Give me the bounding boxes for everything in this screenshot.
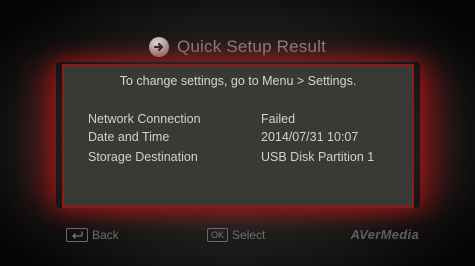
date-and-time-label: Date and Time xyxy=(88,130,170,144)
arrow-right-circle-icon xyxy=(148,37,169,57)
select-button[interactable]: OK Select xyxy=(207,228,265,242)
select-label: Select xyxy=(232,228,266,242)
ok-key-icon: OK xyxy=(207,228,229,242)
network-connection-value: Failed xyxy=(261,112,296,126)
brand-logo: AVerMedia xyxy=(350,227,419,242)
footer: Back OK Select AVerMedia xyxy=(0,227,475,246)
date-and-time-value: 2014/07/31 10:07 xyxy=(261,130,359,144)
back-label: Back xyxy=(92,228,119,242)
quick-setup-result-screen: Quick Setup Result To change settings, g… xyxy=(0,0,475,266)
network-connection-label: Network Connection xyxy=(88,112,201,126)
storage-destination-value: USB Disk Partition 1 xyxy=(261,150,375,164)
result-panel: To change settings, go to Menu > Setting… xyxy=(62,64,414,208)
storage-destination-label: Storage Destination xyxy=(88,150,198,164)
page-title: Quick Setup Result xyxy=(176,37,327,56)
header: Quick Setup Result xyxy=(0,34,475,60)
return-arrow-icon xyxy=(66,228,88,242)
back-button[interactable]: Back xyxy=(66,228,119,242)
instruction-text: To change settings, go to Menu > Setting… xyxy=(119,74,357,88)
